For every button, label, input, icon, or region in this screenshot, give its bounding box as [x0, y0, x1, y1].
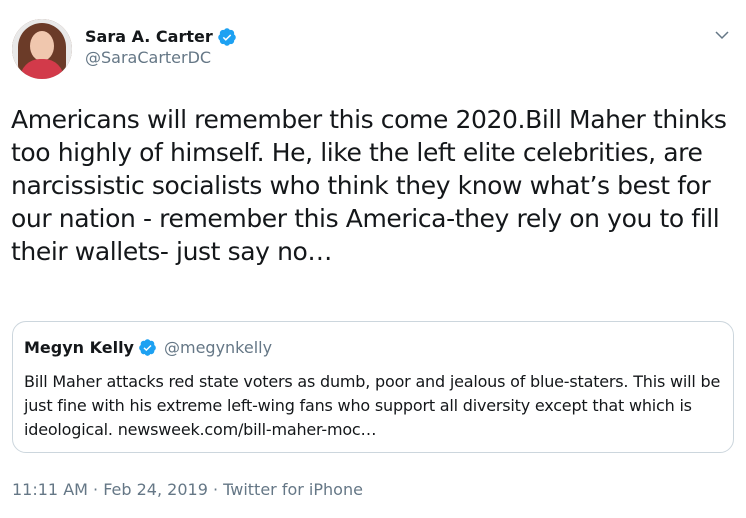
author-info[interactable]: Sara A. Carter @SaraCarterDC [85, 27, 237, 68]
tweet-text: Americans will remember this come 2020.B… [11, 105, 727, 266]
verified-badge-icon [139, 339, 156, 356]
author-name-row: Sara A. Carter [85, 27, 237, 47]
avatar[interactable] [12, 19, 72, 79]
quoted-author-handle: @megynkelly [163, 338, 273, 357]
quoted-tweet-header: Megyn Kelly @megynkelly [24, 338, 272, 357]
quoted-author-name: Megyn Kelly [24, 338, 134, 357]
author-handle[interactable]: @SaraCarterDC [85, 48, 237, 68]
quoted-tweet-text: Bill Maher attacks red state voters as d… [24, 372, 721, 439]
tweet-header: Sara A. Carter @SaraCarterDC [12, 19, 734, 83]
author-display-name[interactable]: Sara A. Carter [85, 27, 213, 47]
tweet-meta: 11:11 AM · Feb 24, 2019 · Twitter for iP… [12, 480, 363, 499]
quoted-tweet-card[interactable]: Megyn Kelly @megynkelly Bill Maher attac… [12, 321, 734, 453]
verified-badge-icon [217, 28, 236, 46]
avatar-face [30, 31, 54, 61]
chevron-down-icon[interactable] [713, 26, 731, 44]
